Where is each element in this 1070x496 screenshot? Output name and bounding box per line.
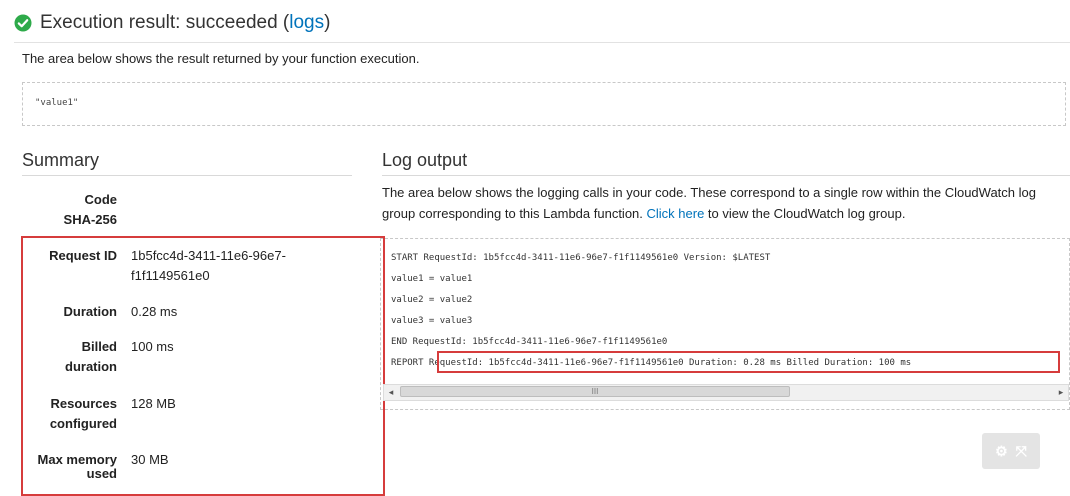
log-horizontal-scrollbar[interactable]: ◂ III ▸ xyxy=(383,384,1069,401)
scroll-right-arrow-icon[interactable]: ▸ xyxy=(1054,385,1068,400)
log-line: START RequestId: 1b5fcc4d-3411-11e6-96e7… xyxy=(391,253,771,263)
summary-divider xyxy=(22,175,352,176)
gear-icon: ⚙ xyxy=(995,442,1008,459)
cutoff-text-strip xyxy=(0,477,1070,483)
log-line: value2 = value2 xyxy=(391,295,473,305)
log-line: END RequestId: 1b5fcc4d-3411-11e6-96e7-f… xyxy=(391,337,668,347)
success-check-icon xyxy=(14,14,32,32)
logs-link[interactable]: logs xyxy=(289,12,324,33)
log-line: value1 = value1 xyxy=(391,274,473,284)
fullscreen-button[interactable]: ⚙ ⤧ xyxy=(982,433,1040,469)
title-text: Execution result: succeeded ( xyxy=(40,12,290,33)
report-highlight-box xyxy=(437,351,1060,373)
scroll-thumb[interactable]: III xyxy=(400,386,790,397)
log-output-heading: Log output xyxy=(382,150,468,170)
scroll-left-arrow-icon[interactable]: ◂ xyxy=(384,385,398,400)
result-description: The area below shows the result returned… xyxy=(22,51,420,66)
result-output-box[interactable]: "value1" xyxy=(22,82,1066,126)
execution-result-header: Execution result: succeeded (logs) xyxy=(14,6,1070,40)
log-line: value3 = value3 xyxy=(391,316,473,326)
code-sha-label-line1: Code xyxy=(84,192,118,207)
summary-heading: Summary xyxy=(22,150,100,170)
log-output-divider xyxy=(382,175,1070,176)
log-description-tail: to view the CloudWatch log group. xyxy=(704,206,906,221)
expand-icon: ⤧ xyxy=(1015,442,1027,459)
result-value: "value1" xyxy=(35,98,79,108)
log-description: The area below shows the logging calls i… xyxy=(382,182,1070,224)
summary-highlight-box xyxy=(21,236,385,496)
header-divider xyxy=(14,42,1070,43)
code-sha-label: Code SHA-256 xyxy=(22,190,117,230)
code-sha-label-line2: SHA-256 xyxy=(63,212,117,227)
cloudwatch-link[interactable]: Click here xyxy=(647,206,705,221)
title-close: ) xyxy=(324,12,331,33)
page-title: Execution result: succeeded (logs) xyxy=(40,12,330,34)
